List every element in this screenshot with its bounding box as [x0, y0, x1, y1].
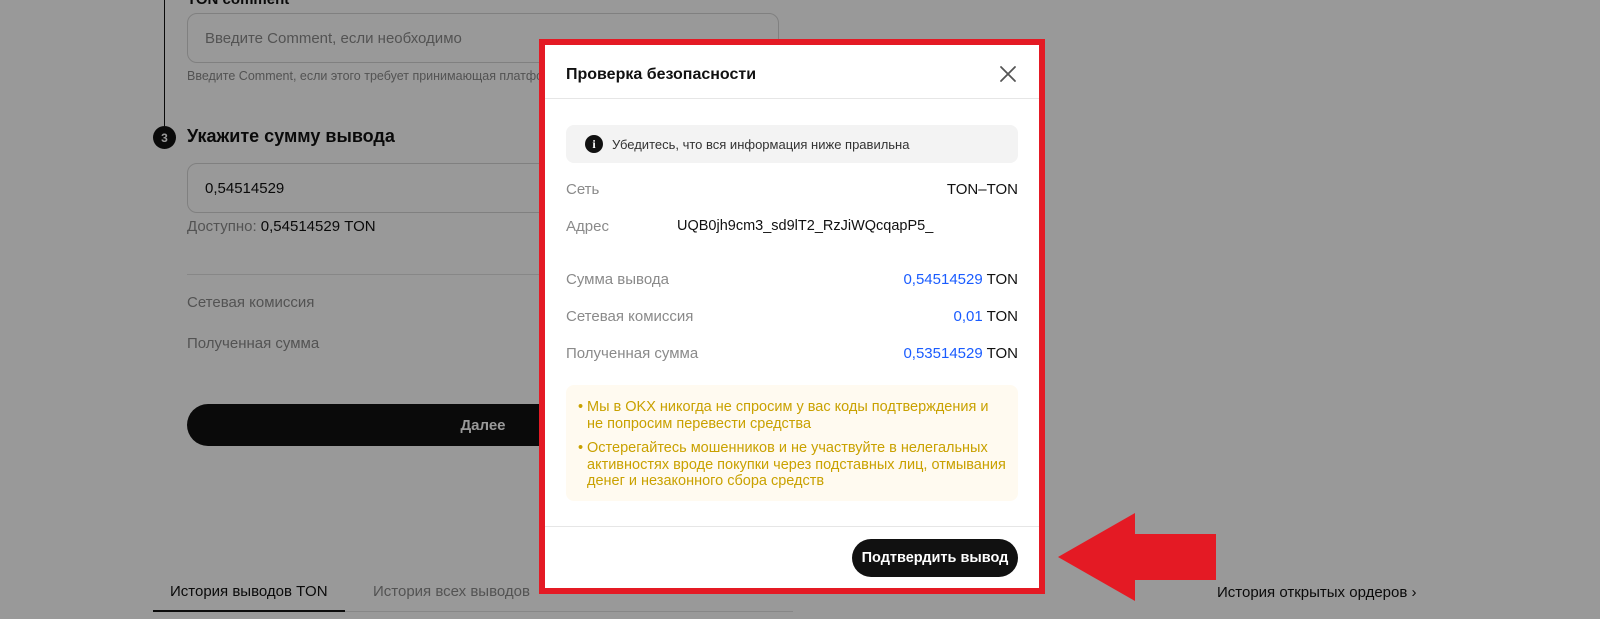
network-fee-value: 0,01 TON	[954, 308, 1019, 325]
bullet-icon: •	[578, 399, 584, 415]
network-row: Сеть TON–TON	[566, 181, 1018, 201]
bullet-icon: •	[578, 440, 584, 456]
red-arrow-icon	[1058, 513, 1216, 601]
info-text: Убедитесь, что вся информация ниже прави…	[612, 137, 910, 152]
withdraw-amount-number: 0,54514529	[903, 271, 983, 288]
network-value: TON–TON	[946, 181, 1018, 198]
withdraw-amount-label: Сумма вывода	[566, 271, 669, 288]
security-warning: • Мы в OKX никогда не спросим у вас коды…	[566, 385, 1018, 501]
network-fee-row: Сетевая комиссия 0,01 TON	[566, 308, 1018, 328]
network-fee-label: Сетевая комиссия	[566, 308, 694, 325]
received-amount-number: 0,53514529	[903, 345, 983, 362]
network-fee-number: 0,01	[953, 308, 983, 325]
info-icon: i	[585, 135, 603, 153]
address-value: UQB0jh9cm3_sd9lT2_RzJiWQcqapP5_	[677, 218, 934, 234]
network-label: Сеть	[566, 181, 600, 198]
warning-text: Мы в OKX никогда не спросим у вас коды п…	[587, 399, 989, 432]
withdraw-amount-value: 0,54514529 TON	[903, 271, 1018, 288]
close-icon[interactable]	[996, 62, 1020, 86]
dialog-title: Проверка безопасности	[566, 66, 757, 83]
received-amount-label: Полученная сумма	[566, 345, 699, 362]
withdraw-amount-row: Сумма вывода 0,54514529 TON	[566, 271, 1018, 291]
dialog-footer-divider	[545, 526, 1039, 527]
received-amount-currency: TON	[982, 345, 1018, 362]
warning-text: Остерегайтесь мошенников и не участвуйте…	[587, 440, 1006, 489]
info-notice: i Убедитесь, что вся информация ниже пра…	[566, 125, 1018, 163]
highlight-frame: Проверка безопасности i Убедитесь, что в…	[539, 39, 1045, 594]
received-amount-value: 0,53514529 TON	[903, 345, 1018, 362]
warning-item: • Мы в OKX никогда не спросим у вас коды…	[578, 399, 1006, 432]
withdraw-amount-currency: TON	[982, 271, 1018, 288]
confirm-withdrawal-button[interactable]: Подтвердить вывод	[852, 539, 1018, 577]
address-label: Адрес	[566, 218, 609, 235]
warning-item: • Остерегайтесь мошенников и не участвуй…	[578, 440, 1006, 490]
security-check-dialog: Проверка безопасности i Убедитесь, что в…	[545, 45, 1039, 588]
dialog-header: Проверка безопасности	[545, 45, 1039, 99]
address-row: Адрес UQB0jh9cm3_sd9lT2_RzJiWQcqapP5_	[566, 218, 1018, 238]
network-fee-currency: TON	[982, 308, 1018, 325]
received-amount-row: Полученная сумма 0,53514529 TON	[566, 345, 1018, 365]
